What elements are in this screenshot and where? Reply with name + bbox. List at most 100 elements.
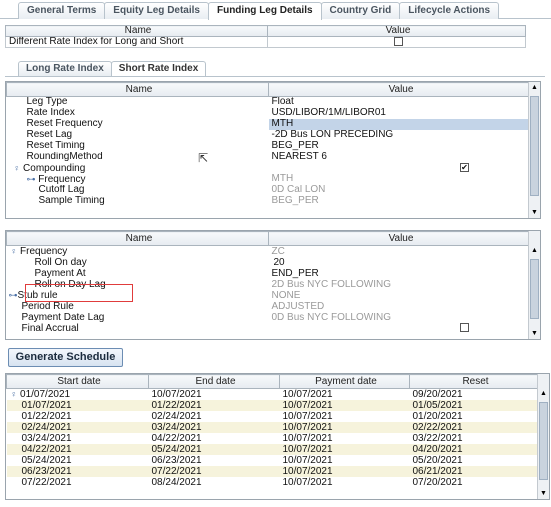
property-value[interactable]: ZC <box>269 246 531 258</box>
table-row[interactable]: 01/07/2021 01/22/2021 10/07/2021 01/05/2… <box>6 400 539 411</box>
vertical-scrollbar[interactable]: ▲ ▼ <box>528 231 540 339</box>
vertical-scrollbar[interactable]: ▲ ▼ <box>537 374 549 499</box>
end-date: 04/22/2021 <box>151 433 202 444</box>
tab-equity-leg-details[interactable]: Equity Leg Details <box>104 2 209 19</box>
property-value[interactable]: ADJUSTED <box>269 301 531 312</box>
property-name: Compounding <box>23 162 86 174</box>
property-value-selected[interactable]: MTH <box>268 118 531 130</box>
tab-short-rate-index[interactable]: Short Rate Index <box>110 61 207 76</box>
scroll-down-icon[interactable]: ▼ <box>529 328 540 339</box>
scroll-thumb[interactable] <box>530 96 539 196</box>
table-row[interactable]: Payment At END_PER <box>7 268 531 279</box>
start-date: 01/07/2021 <box>20 389 71 400</box>
property-value[interactable]: NONE <box>269 290 531 301</box>
table-row[interactable]: 04/22/2021 05/24/2021 10/07/2021 04/20/2… <box>6 444 539 455</box>
table-row[interactable]: 01/22/2021 02/24/2021 10/07/2021 01/20/2… <box>7 411 539 422</box>
payment-date: 10/07/2021 <box>282 388 333 400</box>
end-date: 07/22/2021 <box>151 466 202 477</box>
scroll-up-icon[interactable]: ▲ <box>529 82 540 93</box>
column-header-payment-date[interactable]: Payment date <box>279 374 410 389</box>
column-header-end-date[interactable]: End date <box>148 374 280 389</box>
table-row[interactable]: 02/24/2021 03/24/2021 10/07/2021 02/22/2… <box>6 422 539 433</box>
compounding-checkbox[interactable]: ✔ <box>460 162 469 172</box>
property-value[interactable]: 0D Bus NYC FOLLOWING <box>269 312 531 323</box>
key-icon: ♀ <box>10 389 18 399</box>
column-header-name: Name <box>5 25 268 37</box>
table-row[interactable]: 07/22/2021 08/24/2021 10/07/2021 07/20/2… <box>7 477 539 488</box>
table-row[interactable]: ♀ Compounding ✔ <box>7 163 531 174</box>
property-value[interactable]: BEG_PER <box>269 141 531 152</box>
table-row[interactable]: ♀ 01/07/2021 10/07/2021 10/07/2021 09/20… <box>7 389 539 401</box>
scroll-down-icon[interactable]: ▼ <box>538 488 549 499</box>
property-value[interactable]: BEG_PER <box>269 196 531 207</box>
property-value[interactable]: Float <box>269 97 531 108</box>
reset-date: 05/20/2021 <box>412 455 463 466</box>
different-rate-index-checkbox[interactable] <box>393 37 403 46</box>
property-name: Frequency <box>38 173 86 185</box>
scroll-down-icon[interactable]: ▼ <box>529 207 540 218</box>
generate-schedule-button[interactable]: Generate Schedule <box>8 348 123 367</box>
scroll-thumb[interactable] <box>530 259 539 319</box>
rate-index-option-table: Name Value Different Rate Index for Long… <box>5 25 526 49</box>
reset-date: 02/22/2021 <box>412 422 463 433</box>
scroll-up-icon[interactable]: ▲ <box>538 388 549 399</box>
end-date: 05/24/2021 <box>151 444 202 455</box>
end-date: 03/24/2021 <box>151 422 202 433</box>
property-value[interactable]: USD/LIBOR/1M/LIBOR01 <box>269 108 531 119</box>
payment-date: 10/07/2021 <box>282 422 333 433</box>
highlight-box <box>25 284 133 302</box>
property-value[interactable]: 0D Cal LON <box>269 185 531 196</box>
property-name: Period Rule <box>21 301 74 312</box>
property-value[interactable]: -2D Bus LON PRECEDING <box>269 130 531 141</box>
table-row[interactable]: Roll On day 20 <box>7 257 531 268</box>
property-value[interactable]: 2D Bus NYC FOLLOWING <box>269 279 531 290</box>
schedule-table: Start date End date Payment date Reset ♀… <box>6 374 539 488</box>
tab-lifecycle-actions[interactable]: Lifecycle Actions <box>399 2 500 19</box>
table-row[interactable]: RoundingMethod NEAREST 6 <box>7 152 531 163</box>
property-value[interactable]: 20 <box>269 257 531 268</box>
property-name: Cutoff Lag <box>38 184 85 195</box>
property-name-cell: ♀ Frequency <box>7 246 269 258</box>
final-accrual-checkbox[interactable] <box>460 323 469 333</box>
table-row[interactable]: ♀ Frequency ZC <box>7 246 531 258</box>
tab-general-terms[interactable]: General Terms <box>18 2 106 19</box>
reset-date: 07/20/2021 <box>412 477 463 488</box>
table-row[interactable]: Period Rule ADJUSTED <box>7 301 531 312</box>
property-name: Leg Type <box>26 96 68 108</box>
scroll-up-icon[interactable]: ▲ <box>529 245 540 256</box>
start-date: 01/07/2021 <box>21 400 72 411</box>
property-name: RoundingMethod <box>26 151 103 162</box>
expand-node-icon[interactable]: ⊶ <box>27 174 36 184</box>
table-row[interactable]: ⊶ Frequency MTH <box>7 174 531 185</box>
start-date: 07/22/2021 <box>21 477 72 488</box>
tab-country-grid[interactable]: Country Grid <box>320 2 401 19</box>
table-row[interactable]: Reset Timing BEG_PER <box>7 141 531 152</box>
property-value[interactable]: MTH <box>269 174 531 185</box>
tab-funding-leg-details[interactable]: Funding Leg Details <box>207 2 322 20</box>
table-row[interactable]: Reset Lag -2D Bus LON PRECEDING <box>7 130 531 141</box>
table-row[interactable]: Cutoff Lag 0D Cal LON <box>7 185 531 196</box>
column-header-reset[interactable]: Reset <box>409 374 539 389</box>
table-row[interactable]: 05/24/2021 06/23/2021 10/07/2021 05/20/2… <box>7 455 539 466</box>
table-row[interactable]: Final Accrual <box>7 323 531 334</box>
property-value[interactable]: NEAREST 6 <box>269 152 531 163</box>
table-row[interactable]: Leg Type Float <box>7 97 531 108</box>
table-row[interactable]: Reset Frequency MTH <box>7 118 531 130</box>
subtab-divider <box>5 76 545 77</box>
property-name-cell: ♀ Compounding <box>7 163 269 174</box>
end-date: 02/24/2021 <box>151 411 202 422</box>
table-row[interactable]: Rate Index USD/LIBOR/1M/LIBOR01 <box>7 108 531 119</box>
tab-long-rate-index[interactable]: Long Rate Index <box>18 61 112 76</box>
table-row[interactable]: 06/23/2021 07/22/2021 10/07/2021 06/21/2… <box>6 466 539 477</box>
expand-node-icon[interactable]: ⊶ <box>9 290 18 300</box>
scroll-thumb[interactable] <box>539 402 548 480</box>
vertical-scrollbar[interactable]: ▲ ▼ <box>528 82 540 218</box>
table-row[interactable]: 03/24/2021 04/22/2021 10/07/2021 03/22/2… <box>7 433 539 444</box>
column-header-start-date[interactable]: Start date <box>6 374 149 389</box>
property-name: Reset Lag <box>26 129 73 140</box>
property-name: Payment Date Lag <box>21 312 105 323</box>
rate-index-tabs: Long Rate Index Short Rate Index <box>18 61 207 76</box>
table-row[interactable]: Sample Timing BEG_PER <box>7 196 531 207</box>
table-row[interactable]: Payment Date Lag 0D Bus NYC FOLLOWING <box>7 312 531 323</box>
property-value[interactable]: END_PER <box>269 268 531 279</box>
